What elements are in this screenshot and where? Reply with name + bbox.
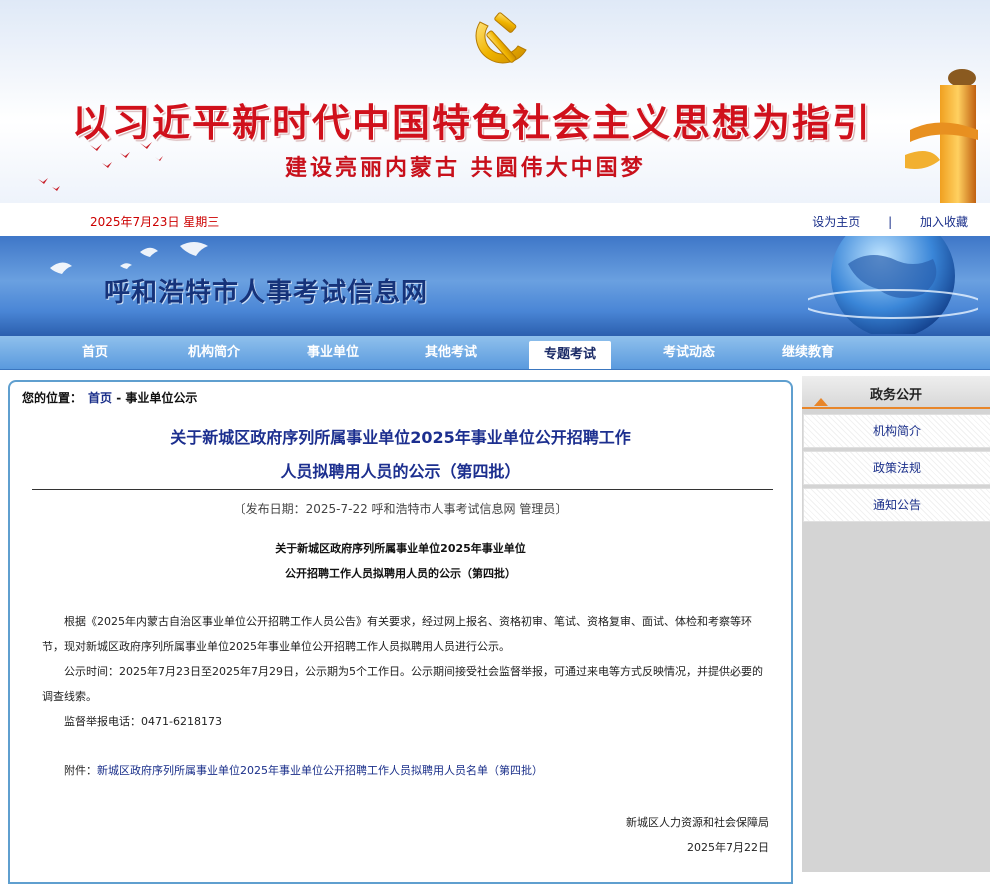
article-title-line2: 人员拟聘用人员的公示（第四批） <box>280 462 521 481</box>
set-home-link[interactable]: 设为主页 <box>812 215 860 229</box>
current-date: 2025年7月23日 星期三 <box>90 215 220 229</box>
signer-name: 新城区人力资源和社会保障局 <box>626 816 769 829</box>
attachment-label: 附件： <box>64 764 97 777</box>
sidebar-heading: 政务公开 <box>869 388 922 403</box>
breadcrumb-current: 事业单位公示 <box>125 391 198 405</box>
title-divider <box>32 489 773 490</box>
hammer-sickle-emblem-icon <box>475 12 527 64</box>
banner-subslogan: 建设亮丽内蒙古 共圆伟大中国梦 <box>285 155 646 181</box>
date-bar: 2025年7月23日 星期三 设为主页 | 加入收藏 <box>0 203 990 236</box>
sidebar-heading-bar: 政务公开 <box>802 376 990 409</box>
nav-item-special-exams[interactable]: 专题考试 <box>529 341 611 369</box>
sidebar-item-notices[interactable]: 通知公告 <box>803 488 990 522</box>
huabiao-column-icon <box>905 69 978 203</box>
main-nav: 首页 机构简介 事业单位 其他考试 专题考试 考试动态 继续教育 <box>0 336 990 370</box>
nav-item-home[interactable]: 首页 <box>45 336 145 369</box>
nav-item-institutions[interactable]: 事业单位 <box>283 336 383 369</box>
link-separator: | <box>888 215 893 229</box>
sign-date: 2025年7月22日 <box>687 841 769 854</box>
breadcrumb-separator: - <box>112 391 126 405</box>
nav-item-exam-news[interactable]: 考试动态 <box>639 336 739 369</box>
nav-item-continuing-education[interactable]: 继续教育 <box>758 336 858 369</box>
article-paragraph-3: 监督举报电话：0471-6218173 <box>64 715 222 728</box>
publish-info: 〔发布日期：2025-7-22 呼和浩特市人事考试信息网 管理员〕 <box>233 502 568 516</box>
flying-birds-icon <box>38 142 163 191</box>
top-banner: 以习近平新时代中国特色社会主义思想为指引 建设亮丽内蒙古 共圆伟大中国梦 <box>0 0 990 203</box>
breadcrumb-home-link[interactable]: 首页 <box>88 391 112 405</box>
nav-item-other-exams[interactable]: 其他考试 <box>401 336 501 369</box>
breadcrumb: 您的位置： 首页 - 事业单位公示 <box>22 389 197 406</box>
breadcrumb-label: 您的位置： <box>22 391 83 405</box>
nav-item-about[interactable]: 机构简介 <box>164 336 264 369</box>
article-paragraph-1: 根据《2025年内蒙古自治区事业单位公开招聘工作人员公告》有关要求，经过网上报名… <box>42 615 752 653</box>
site-title: 呼和浩特市人事考试信息网 <box>104 278 429 308</box>
sidebar-item-policies[interactable]: 政策法规 <box>803 451 990 485</box>
globe-icon <box>808 236 978 334</box>
article-subtitle-line2: 公开招聘工作人员拟聘用人员的公示（第四批） <box>285 567 516 580</box>
attachment-link[interactable]: 新城区政府序列所属事业单位2025年事业单位公开招聘工作人员拟聘用人员名单（第四… <box>97 764 543 777</box>
article-panel: 您的位置： 首页 - 事业单位公示 关于新城区政府序列所属事业单位2025年事业单… <box>8 380 793 884</box>
article-title-line1: 关于新城区政府序列所属事业单位2025年事业单位公开招聘工作 <box>170 428 631 447</box>
attachment-line: 附件：新城区政府序列所属事业单位2025年事业单位公开招聘工作人员拟聘用人员名单… <box>64 762 543 778</box>
add-favorite-link[interactable]: 加入收藏 <box>920 215 968 229</box>
article-paragraph-2: 公示时间：2025年7月23日至2025年7月29日，公示期为5个工作日。公示期… <box>42 665 763 703</box>
sidebar-item-about[interactable]: 机构简介 <box>803 414 990 448</box>
top-links: 设为主页 | 加入收藏 <box>788 213 968 230</box>
site-header: 呼和浩特市人事考试信息网 <box>0 236 990 336</box>
article-subtitle-line1: 关于新城区政府序列所属事业单位2025年事业单位 <box>275 542 526 555</box>
right-sidebar: 政务公开 机构简介 政策法规 通知公告 <box>802 376 990 872</box>
